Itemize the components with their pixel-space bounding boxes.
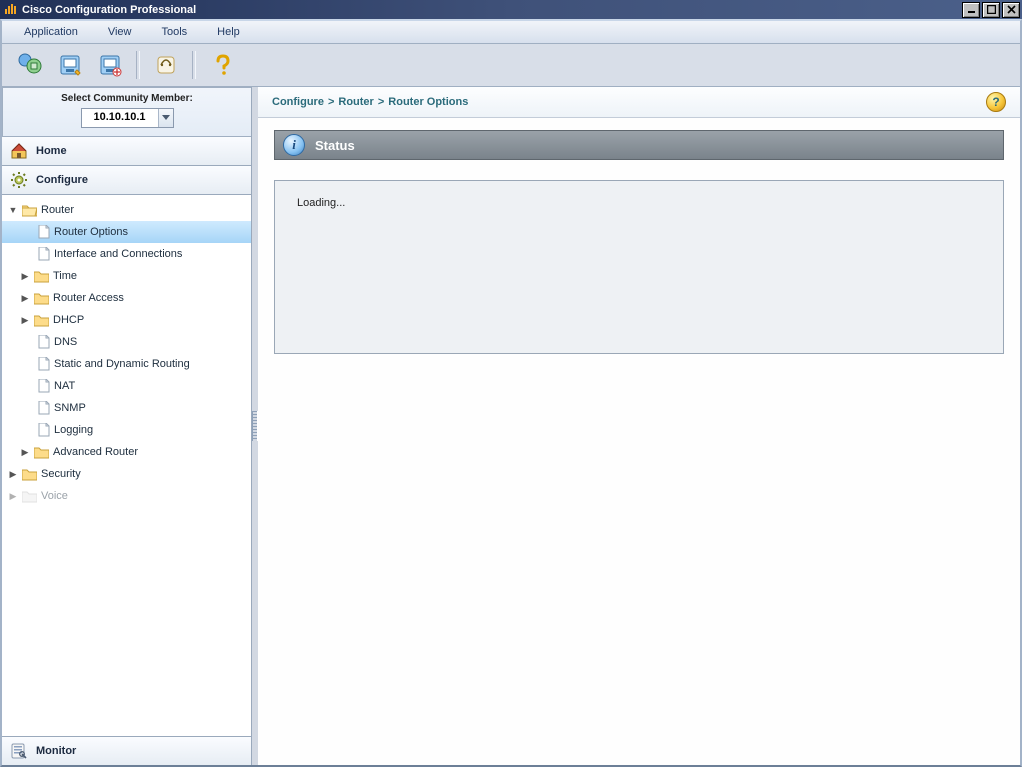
folder-icon: [34, 446, 49, 459]
app-icon: [4, 3, 18, 17]
folder-icon: [22, 468, 37, 481]
toolbar: [2, 44, 1020, 86]
tree-voice[interactable]: ▶ Voice: [2, 485, 251, 507]
tree-advanced-router[interactable]: ▶ Advanced Router: [2, 441, 251, 463]
tree-nat[interactable]: NAT: [2, 375, 251, 397]
monitor-icon: [10, 742, 28, 760]
toolbar-btn-4[interactable]: [148, 48, 184, 82]
nav-monitor[interactable]: Monitor: [2, 736, 251, 765]
folder-icon: [34, 292, 49, 305]
nav-configure-label: Configure: [36, 174, 88, 186]
expand-toggle-icon: ▶: [8, 491, 18, 502]
window-title: Cisco Configuration Professional: [22, 4, 196, 16]
home-icon: [10, 142, 28, 160]
tree-router-access[interactable]: ▶ Router Access: [2, 287, 251, 309]
toolbar-btn-1[interactable]: [12, 48, 48, 82]
page-icon: [38, 401, 50, 415]
gear-icon: [10, 171, 28, 189]
page-icon: [38, 225, 50, 239]
tree-advanced-router-label: Advanced Router: [53, 446, 138, 458]
close-button[interactable]: [1002, 2, 1020, 18]
page-icon: [38, 379, 50, 393]
tree-interface-connections[interactable]: Interface and Connections: [2, 243, 251, 265]
tree-nat-label: NAT: [54, 380, 75, 392]
folder-icon: [34, 270, 49, 283]
breadcrumb-separator: >: [378, 96, 384, 108]
tree-dhcp[interactable]: ▶ DHCP: [2, 309, 251, 331]
page-icon: [38, 247, 50, 261]
menu-view[interactable]: View: [108, 26, 132, 38]
tree-router-label: Router: [41, 204, 74, 216]
tree-logging-label: Logging: [54, 424, 93, 436]
context-help-icon[interactable]: ?: [986, 92, 1006, 112]
tree-interface-connections-label: Interface and Connections: [54, 248, 182, 260]
toolbar-btn-3[interactable]: [92, 48, 128, 82]
main-panel: Configure > Router > Router Options ? i …: [258, 87, 1020, 765]
expand-toggle-icon[interactable]: ▶: [20, 315, 30, 326]
community-selector-panel: Select Community Member: 10.10.10.1: [2, 87, 251, 137]
tree-voice-label: Voice: [41, 490, 68, 502]
tree-router-options-label: Router Options: [54, 226, 128, 238]
tree-router-access-label: Router Access: [53, 292, 124, 304]
expand-toggle-icon[interactable]: ▼: [8, 205, 18, 215]
tree-logging[interactable]: Logging: [2, 419, 251, 441]
tree-dhcp-label: DHCP: [53, 314, 84, 326]
left-column: Select Community Member: 10.10.10.1: [2, 87, 252, 765]
window-controls: [962, 2, 1020, 18]
tree-dns-label: DNS: [54, 336, 77, 348]
tree-router[interactable]: ▼ Router: [2, 199, 251, 221]
nav-monitor-label: Monitor: [36, 745, 76, 757]
toolbar-separator-2: [192, 51, 196, 79]
expand-toggle-icon[interactable]: ▶: [20, 271, 30, 282]
expand-toggle-icon[interactable]: ▶: [20, 447, 30, 458]
breadcrumb: Configure > Router > Router Options ?: [258, 87, 1020, 118]
tree-security[interactable]: ▶ Security: [2, 463, 251, 485]
tree-time[interactable]: ▶ Time: [2, 265, 251, 287]
window-titlebar: Cisco Configuration Professional: [0, 0, 1022, 19]
tree-dns[interactable]: DNS: [2, 331, 251, 353]
page-icon: [38, 357, 50, 371]
breadcrumb-part-3[interactable]: Router Options: [388, 96, 468, 108]
menu-tools[interactable]: Tools: [161, 26, 187, 38]
breadcrumb-separator: >: [328, 96, 334, 108]
status-panel-title: Status: [315, 138, 355, 153]
minimize-button[interactable]: [962, 2, 980, 18]
expand-toggle-icon[interactable]: ▶: [20, 293, 30, 304]
nav-home-label: Home: [36, 145, 67, 157]
info-icon: i: [283, 134, 305, 156]
tree-router-options[interactable]: Router Options: [2, 221, 251, 243]
nav-configure[interactable]: Configure: [2, 166, 251, 195]
tree-static-dynamic-routing[interactable]: Static and Dynamic Routing: [2, 353, 251, 375]
nav-home[interactable]: Home: [2, 137, 251, 166]
folder-icon: [34, 314, 49, 327]
nav-tree: ▼ Router Router Options Int: [2, 195, 251, 736]
maximize-button[interactable]: [982, 2, 1000, 18]
folder-open-icon: [22, 204, 37, 217]
tree-security-label: Security: [41, 468, 81, 480]
community-selected-value: 10.10.10.1: [82, 109, 159, 127]
page-icon: [38, 423, 50, 437]
expand-toggle-icon[interactable]: ▶: [8, 469, 18, 480]
page-icon: [38, 335, 50, 349]
status-panel-header: i Status: [274, 130, 1004, 160]
breadcrumb-part-2[interactable]: Router: [338, 96, 373, 108]
toolbar-btn-2[interactable]: [52, 48, 88, 82]
chevron-down-icon: [159, 109, 173, 127]
status-panel-body: Loading...: [274, 180, 1004, 354]
breadcrumb-part-1[interactable]: Configure: [272, 96, 324, 108]
menubar: Application View Tools Help: [2, 21, 1020, 44]
community-label: Select Community Member:: [3, 93, 251, 104]
tree-time-label: Time: [53, 270, 77, 282]
toolbar-separator-1: [136, 51, 140, 79]
tree-sdr-label: Static and Dynamic Routing: [54, 358, 190, 370]
folder-icon: [22, 490, 37, 503]
toolbar-help-button[interactable]: [204, 48, 240, 82]
tree-snmp[interactable]: SNMP: [2, 397, 251, 419]
community-select[interactable]: 10.10.10.1: [81, 108, 174, 128]
menu-application[interactable]: Application: [24, 26, 78, 38]
loading-text: Loading...: [297, 197, 345, 209]
menu-help[interactable]: Help: [217, 26, 240, 38]
tree-snmp-label: SNMP: [54, 402, 86, 414]
